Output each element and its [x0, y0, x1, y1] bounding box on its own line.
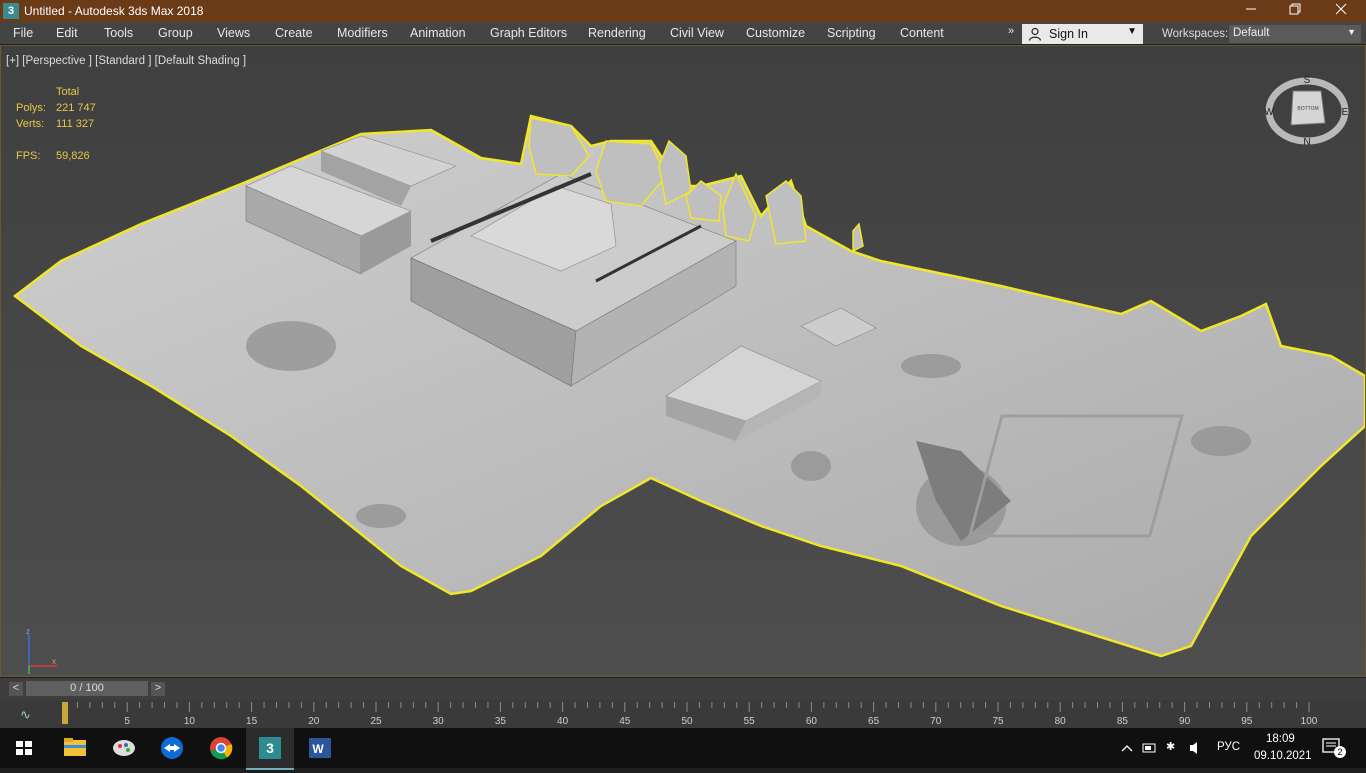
timeline-tick-label: 100	[1301, 716, 1318, 727]
language-indicator[interactable]: РУС	[1217, 741, 1240, 753]
clock-date[interactable]: 09.10.2021	[1254, 750, 1312, 762]
menu-views[interactable]: Views	[217, 26, 250, 40]
timeline-tick-label: 65	[868, 716, 880, 727]
timeline-tick-label: 95	[1241, 716, 1253, 727]
viewport-scene: S N W E BOTTOM	[1, 46, 1365, 676]
time-slider-bar: < 0 / 100 >	[0, 678, 1366, 700]
timeline-tick-label: 25	[370, 716, 382, 727]
menu-overflow-button[interactable]: »	[1008, 25, 1014, 37]
3ds-max-icon[interactable]: 3	[246, 728, 294, 770]
next-frame-button[interactable]: >	[151, 682, 165, 696]
paint-icon[interactable]	[100, 728, 148, 768]
timeline-tick-label: 35	[495, 716, 507, 727]
viewport-label[interactable]: [+] [Perspective ] [Standard ] [Default …	[6, 55, 246, 67]
svg-text:x: x	[52, 657, 56, 666]
menu-rendering[interactable]: Rendering	[588, 26, 646, 40]
menu-tools[interactable]: Tools	[104, 26, 133, 40]
menu-graph-editors[interactable]: Graph Editors	[490, 26, 567, 40]
restore-button[interactable]	[1272, 0, 1318, 22]
time-slider[interactable]: 0 / 100	[26, 681, 148, 696]
stats-fps-label: FPS:	[16, 150, 41, 162]
svg-text:W: W	[312, 742, 324, 756]
svg-text:3: 3	[266, 740, 274, 756]
timeline-ticks: 0510152025303540455055606570758085909510…	[62, 702, 1318, 727]
menu-content[interactable]: Content	[900, 26, 944, 40]
app-icon[interactable]: 3	[3, 3, 19, 19]
menu-file[interactable]: File	[13, 26, 33, 40]
system-tray-icons[interactable]: ✱	[1118, 740, 1218, 756]
menu-scripting[interactable]: Scripting	[827, 26, 876, 40]
minimize-button[interactable]	[1228, 0, 1274, 22]
timeline-tick-label: 10	[184, 716, 196, 727]
timeline-tick-label: 60	[806, 716, 818, 727]
menu-create[interactable]: Create	[275, 26, 313, 40]
viewcube-west[interactable]: W	[1264, 107, 1274, 118]
stats-verts-value: 111 327	[56, 118, 95, 130]
timeline-tick-label: 75	[992, 716, 1004, 727]
workspaces-select[interactable]: Default ▼	[1229, 25, 1361, 43]
timeline-tick-label: 85	[1117, 716, 1129, 727]
timeline-tick-label: 40	[557, 716, 569, 727]
menu-edit[interactable]: Edit	[56, 26, 78, 40]
chevron-down-icon: ▼	[1347, 27, 1356, 37]
timeline-tick-label: 15	[246, 716, 258, 727]
timeline-tick-label: 45	[619, 716, 631, 727]
stats-polys-label: Polys:	[16, 102, 46, 114]
timeline-tick-label: 70	[930, 716, 942, 727]
workspaces-value: Default	[1233, 27, 1270, 39]
menu-modifiers[interactable]: Modifiers	[337, 26, 388, 40]
chevron-up-icon	[1121, 745, 1133, 752]
timeline-tick-label: 80	[1055, 716, 1067, 727]
current-frame-marker	[62, 702, 68, 724]
windows-start-icon[interactable]	[0, 728, 48, 768]
timeline-tick-label: 5	[124, 716, 130, 727]
file-explorer-icon[interactable]	[50, 728, 98, 768]
viewcube-south[interactable]: S	[1304, 75, 1311, 86]
window-title: Untitled - Autodesk 3ds Max 2018	[24, 4, 204, 18]
windows-taskbar: 3 W ✱ РУС 18:09 09.10.2021 2	[0, 728, 1366, 770]
stats-header: Total	[56, 86, 80, 98]
menu-group[interactable]: Group	[158, 26, 193, 40]
sign-in-label: Sign In	[1049, 27, 1088, 41]
user-icon	[1028, 27, 1042, 41]
close-button[interactable]	[1318, 0, 1364, 22]
workspaces-label: Workspaces:	[1162, 28, 1229, 40]
timeline-tick-label: 55	[744, 716, 756, 727]
track-bar[interactable]: ∿ 05101520253035404550556065707580859095…	[0, 700, 1366, 728]
viewcube-east[interactable]: E	[1342, 107, 1349, 118]
timeline-tick-label: 30	[433, 716, 445, 727]
wifi-icon: ✱	[1166, 741, 1175, 753]
clock-time[interactable]: 18:09	[1266, 733, 1295, 745]
svg-text:z: z	[26, 627, 30, 636]
viewcube-north[interactable]: N	[1303, 137, 1310, 148]
perspective-viewport[interactable]: S N W E BOTTOM [+] [Perspective ] [Stand…	[0, 45, 1366, 677]
restore-icon	[1289, 3, 1301, 15]
stats-fps-value: 59,826	[56, 150, 90, 162]
axis-tripod-icon: z x	[26, 627, 57, 674]
stats-verts-label: Verts:	[16, 118, 45, 130]
chrome-icon[interactable]	[197, 728, 245, 768]
timeline-tick-label: 50	[681, 716, 693, 727]
close-icon	[1335, 3, 1347, 15]
timeline-tick-label: 20	[308, 716, 320, 727]
stats-polys-value: 221 747	[56, 102, 96, 114]
notifications-button[interactable]: 2	[1320, 736, 1346, 760]
sign-in-button[interactable]: Sign In ▼	[1022, 24, 1143, 44]
word-icon[interactable]: W	[296, 728, 344, 768]
menu-customize[interactable]: Customize	[746, 26, 805, 40]
prev-frame-button[interactable]: <	[9, 682, 23, 696]
viewcube-face[interactable]: BOTTOM	[1297, 106, 1318, 112]
volume-icon	[1190, 742, 1197, 754]
notification-count: 2	[1334, 746, 1346, 758]
title-bar: 3 Untitled - Autodesk 3ds Max 2018	[0, 0, 1366, 22]
chevron-down-icon: ▼	[1127, 26, 1137, 37]
teamviewer-icon[interactable]	[148, 728, 196, 768]
menu-animation[interactable]: Animation	[410, 26, 466, 40]
menu-civil-view[interactable]: Civil View	[670, 26, 724, 40]
minimize-icon	[1246, 8, 1256, 10]
timeline-tick-label: 90	[1179, 716, 1191, 727]
